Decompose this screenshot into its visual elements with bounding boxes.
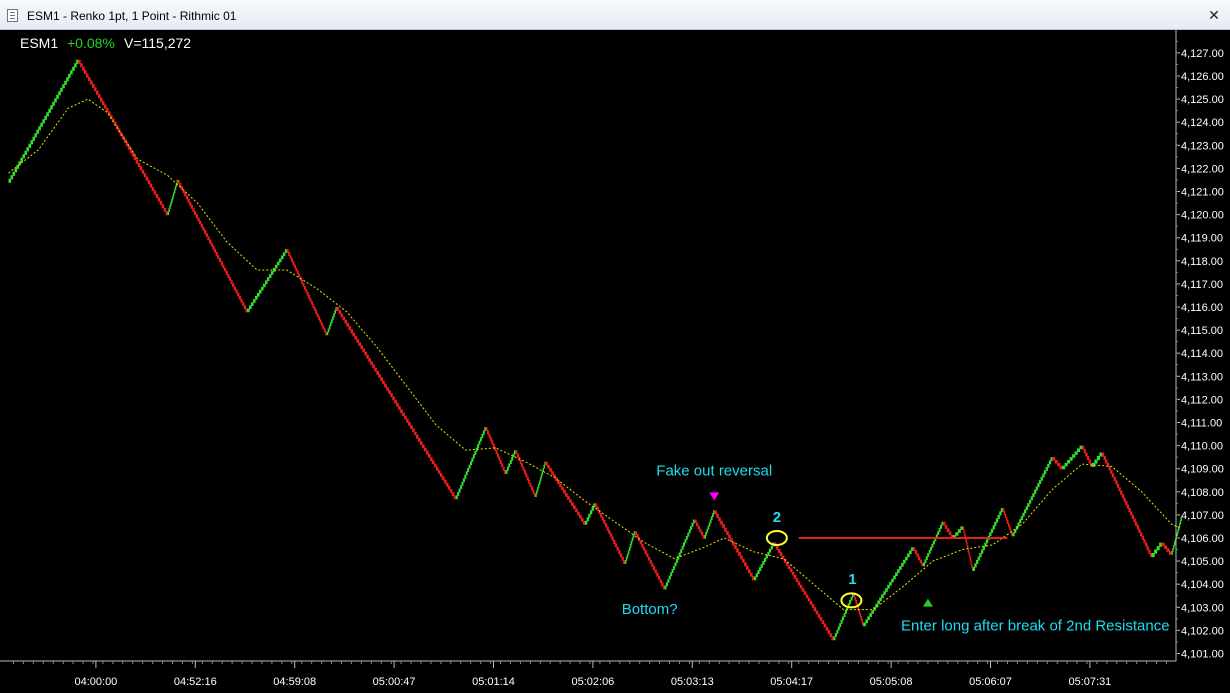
volume-readout: V=115,272 — [124, 35, 192, 51]
chart-background — [0, 30, 1230, 693]
annotation-label: Bottom? — [622, 601, 678, 618]
price-tick-label: 4,121.00 — [1181, 187, 1224, 199]
price-tick-label: 4,112.00 — [1181, 394, 1223, 406]
chart-window-icon — [7, 9, 18, 22]
time-tick-label: 05:02:06 — [571, 676, 614, 688]
annotation-label: Fake out reversal — [656, 463, 772, 480]
price-tick-label: 4,114.00 — [1181, 348, 1223, 360]
price-tick-label: 4,107.00 — [1181, 510, 1224, 522]
price-tick-label: 4,124.00 — [1181, 117, 1224, 129]
price-tick-label: 4,118.00 — [1181, 256, 1223, 268]
price-tick-label: 4,116.00 — [1181, 302, 1223, 314]
window-title: ESM1 - Renko 1pt, 1 Point - Rithmic 01 — [27, 9, 237, 23]
price-tick-label: 4,117.00 — [1181, 279, 1223, 291]
time-tick-label: 05:00:47 — [373, 676, 416, 688]
price-tick-label: 4,111.00 — [1181, 418, 1222, 430]
time-tick-label: 04:52:16 — [174, 676, 217, 688]
time-tick-label: 05:04:17 — [770, 676, 813, 688]
price-tick-label: 4,119.00 — [1181, 233, 1223, 245]
time-tick-label: 05:03:13 — [671, 676, 714, 688]
time-tick-label: 05:01:14 — [472, 676, 515, 688]
price-tick-label: 4,106.00 — [1181, 533, 1224, 545]
price-tick-label: 4,108.00 — [1181, 487, 1224, 499]
annotation-number: 1 — [848, 571, 856, 588]
renko-chart[interactable]: Fake out reversal Bottom? 2 1 Enter long aft… — [0, 30, 1230, 693]
chart-canvas: Fake out reversal Bottom? 2 1 Enter long aft… — [0, 30, 1230, 693]
price-tick-label: 4,113.00 — [1181, 371, 1223, 383]
time-tick-label: 04:59:08 — [273, 676, 316, 688]
time-tick-label: 04:00:00 — [74, 676, 117, 688]
price-tick-label: 4,104.00 — [1181, 579, 1224, 591]
price-tick-label: 4,115.00 — [1181, 325, 1223, 337]
price-tick-label: 4,123.00 — [1181, 140, 1224, 152]
time-tick-label: 05:06:07 — [969, 676, 1012, 688]
price-tick-label: 4,102.00 — [1181, 625, 1224, 637]
price-tick-label: 4,109.00 — [1181, 464, 1224, 476]
price-tick-label: 4,122.00 — [1181, 163, 1224, 175]
price-tick-label: 4,101.00 — [1181, 649, 1224, 661]
time-tick-label: 05:05:08 — [870, 676, 913, 688]
price-tick-label: 4,103.00 — [1181, 602, 1224, 614]
window-title-bar: ESM1 - Renko 1pt, 1 Point - Rithmic 01 ✕ — [0, 0, 1230, 30]
close-icon[interactable]: ✕ — [1207, 8, 1221, 22]
price-change: +0.08% — [67, 35, 115, 51]
price-tick-label: 4,125.00 — [1181, 94, 1224, 106]
price-tick-label: 4,110.00 — [1181, 441, 1223, 453]
price-tick-label: 4,127.00 — [1181, 48, 1224, 60]
price-tick-label: 4,120.00 — [1181, 210, 1224, 222]
annotation-label: Enter long after break of 2nd Resistance — [901, 617, 1170, 634]
time-tick-label: 05:07:31 — [1068, 676, 1111, 688]
price-tick-label: 4,105.00 — [1181, 556, 1224, 568]
price-tick-label: 4,126.00 — [1181, 71, 1224, 83]
ticker-symbol: ESM1 — [20, 35, 59, 51]
annotation-number: 2 — [773, 509, 781, 526]
